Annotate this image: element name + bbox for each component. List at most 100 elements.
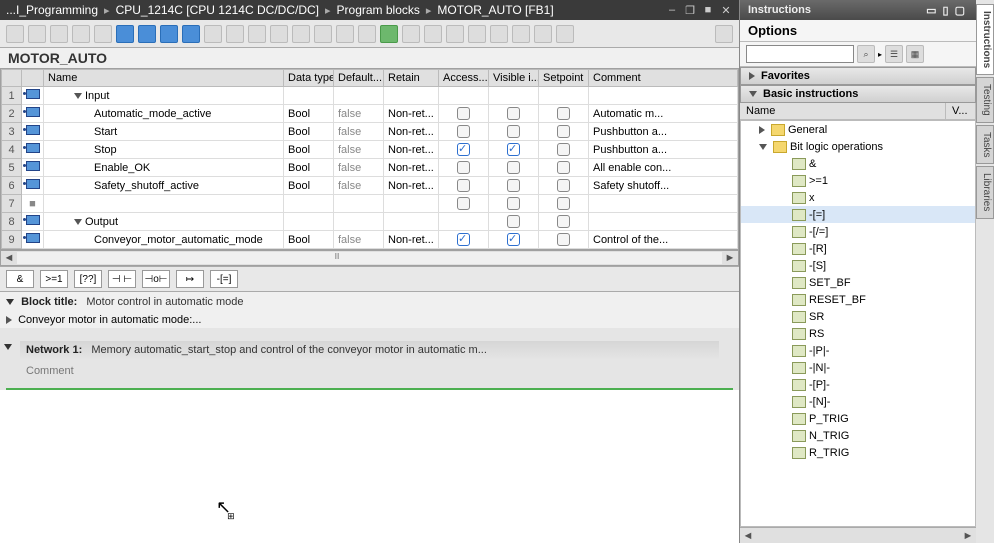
cell-name[interactable]: Input xyxy=(44,87,284,105)
toolbar-button[interactable] xyxy=(715,25,733,43)
cell-retain[interactable]: Non-ret... xyxy=(384,141,439,159)
toolbar-button[interactable] xyxy=(402,25,420,43)
tree-item[interactable]: R_TRIG xyxy=(741,444,975,461)
block-title-text[interactable]: Motor control in automatic mode xyxy=(86,296,243,308)
maximize-icon[interactable]: ■ xyxy=(699,4,717,16)
cell-retain[interactable]: Non-ret... xyxy=(384,231,439,249)
cell-access[interactable] xyxy=(439,123,489,141)
cell-setpoint[interactable] xyxy=(539,177,589,195)
toolbar-button[interactable] xyxy=(50,25,68,43)
sub-title[interactable]: Conveyor motor in automatic mode:... xyxy=(0,312,739,328)
checkbox[interactable] xyxy=(557,107,570,120)
panel-btn-icon[interactable]: ▯ xyxy=(943,4,949,17)
expand-icon[interactable] xyxy=(759,126,765,134)
tree-item[interactable]: -[P]- xyxy=(741,376,975,393)
cell-retain[interactable]: Non-ret... xyxy=(384,123,439,141)
checkbox[interactable] xyxy=(507,197,520,210)
cell-name[interactable]: Conveyor_motor_automatic_mode xyxy=(44,231,284,249)
view-grid-icon[interactable]: ▦ xyxy=(906,45,924,63)
table-row[interactable]: 6 Safety_shutoff_active Bool false Non-r… xyxy=(2,177,738,195)
cell-comment[interactable] xyxy=(589,195,738,213)
toolbar-button[interactable] xyxy=(534,25,552,43)
tree-item[interactable]: SR xyxy=(741,308,975,325)
cell-access[interactable] xyxy=(439,87,489,105)
checkbox[interactable] xyxy=(507,233,520,246)
col-name[interactable]: Name xyxy=(44,70,284,87)
restore-icon[interactable]: ❐ xyxy=(681,4,699,17)
table-row[interactable]: 8 Output xyxy=(2,213,738,231)
cell-retain[interactable]: Non-ret... xyxy=(384,177,439,195)
basic-instructions-section[interactable]: Basic instructions xyxy=(740,85,976,103)
toolbar-button[interactable] xyxy=(490,25,508,43)
cell-datatype[interactable] xyxy=(284,87,334,105)
cell-access[interactable] xyxy=(439,177,489,195)
toolbar-button[interactable] xyxy=(138,25,156,43)
cell-datatype[interactable]: Bool xyxy=(284,177,334,195)
cell-setpoint[interactable] xyxy=(539,87,589,105)
toolbar-button[interactable] xyxy=(204,25,222,43)
tree-item[interactable]: -[=] xyxy=(741,206,975,223)
cell-name[interactable]: Output xyxy=(44,213,284,231)
logic-btn-or[interactable]: >=1 xyxy=(40,270,68,288)
expand-icon[interactable] xyxy=(749,72,755,80)
tree-item[interactable]: N_TRIG xyxy=(741,427,975,444)
side-tab-testing[interactable]: Testing xyxy=(976,77,994,123)
toolbar-button[interactable] xyxy=(512,25,530,43)
expand-icon[interactable] xyxy=(6,316,12,324)
checkbox[interactable] xyxy=(557,215,570,228)
cell-access[interactable] xyxy=(439,105,489,123)
breadcrumb[interactable]: ...I_Programming xyxy=(6,3,98,17)
checkbox[interactable] xyxy=(457,161,470,174)
table-row[interactable]: 4 Stop Bool false Non-ret... Pushbutton … xyxy=(2,141,738,159)
minimize-icon[interactable]: – xyxy=(663,4,681,16)
checkbox[interactable] xyxy=(507,107,520,120)
close-icon[interactable]: ✕ xyxy=(717,4,735,17)
checkbox[interactable] xyxy=(507,125,520,138)
table-row[interactable]: 3 Start Bool false Non-ret... Pushbutton… xyxy=(2,123,738,141)
checkbox[interactable] xyxy=(507,143,520,156)
cell-visible[interactable] xyxy=(489,195,539,213)
collapse-icon[interactable] xyxy=(759,144,767,150)
ladder-canvas[interactable] xyxy=(0,390,739,543)
network-header[interactable]: Network 1: Memory automatic_start_stop a… xyxy=(20,341,719,359)
checkbox[interactable] xyxy=(507,161,520,174)
table-row[interactable]: 7 ■ xyxy=(2,195,738,213)
toolbar-button[interactable] xyxy=(292,25,310,43)
table-row[interactable]: 2 Automatic_mode_active Bool false Non-r… xyxy=(2,105,738,123)
checkbox[interactable] xyxy=(457,233,470,246)
side-tab-libraries[interactable]: Libraries xyxy=(976,166,994,218)
checkbox[interactable] xyxy=(557,125,570,138)
logic-btn-unknown[interactable]: [??] xyxy=(74,270,102,288)
cell-default[interactable] xyxy=(334,195,384,213)
tree-item[interactable]: -|P|- xyxy=(741,342,975,359)
view-list-icon[interactable]: ☰ xyxy=(885,45,903,63)
cell-comment[interactable]: Pushbutton a... xyxy=(589,141,738,159)
cell-visible[interactable] xyxy=(489,159,539,177)
col-retain[interactable]: Retain xyxy=(384,70,439,87)
scroll-left-icon[interactable]: ◄ xyxy=(1,252,17,264)
toolbar-button[interactable] xyxy=(468,25,486,43)
toolbar-button[interactable] xyxy=(28,25,46,43)
search-input[interactable] xyxy=(746,45,854,63)
tree-item[interactable]: General xyxy=(741,121,975,138)
cell-setpoint[interactable] xyxy=(539,141,589,159)
cell-default[interactable]: false xyxy=(334,159,384,177)
collapse-icon[interactable] xyxy=(4,344,12,350)
cell-retain[interactable] xyxy=(384,195,439,213)
cell-comment[interactable]: Safety shutoff... xyxy=(589,177,738,195)
cell-visible[interactable] xyxy=(489,177,539,195)
table-row[interactable]: 9 Conveyor_motor_automatic_mode Bool fal… xyxy=(2,231,738,249)
cell-visible[interactable] xyxy=(489,123,539,141)
cell-setpoint[interactable] xyxy=(539,123,589,141)
toolbar-button[interactable] xyxy=(160,25,178,43)
cell-datatype[interactable]: Bool xyxy=(284,159,334,177)
scroll-right-icon[interactable]: ► xyxy=(722,252,738,264)
logic-btn-contact[interactable]: ⊣ ⊢ xyxy=(108,270,136,288)
cell-default[interactable] xyxy=(334,213,384,231)
side-tab-tasks[interactable]: Tasks xyxy=(976,125,994,165)
cell-comment[interactable] xyxy=(589,213,738,231)
cell-access[interactable] xyxy=(439,159,489,177)
toolbar-button[interactable] xyxy=(270,25,288,43)
tree-item[interactable]: -|N|- xyxy=(741,359,975,376)
checkbox[interactable] xyxy=(557,197,570,210)
